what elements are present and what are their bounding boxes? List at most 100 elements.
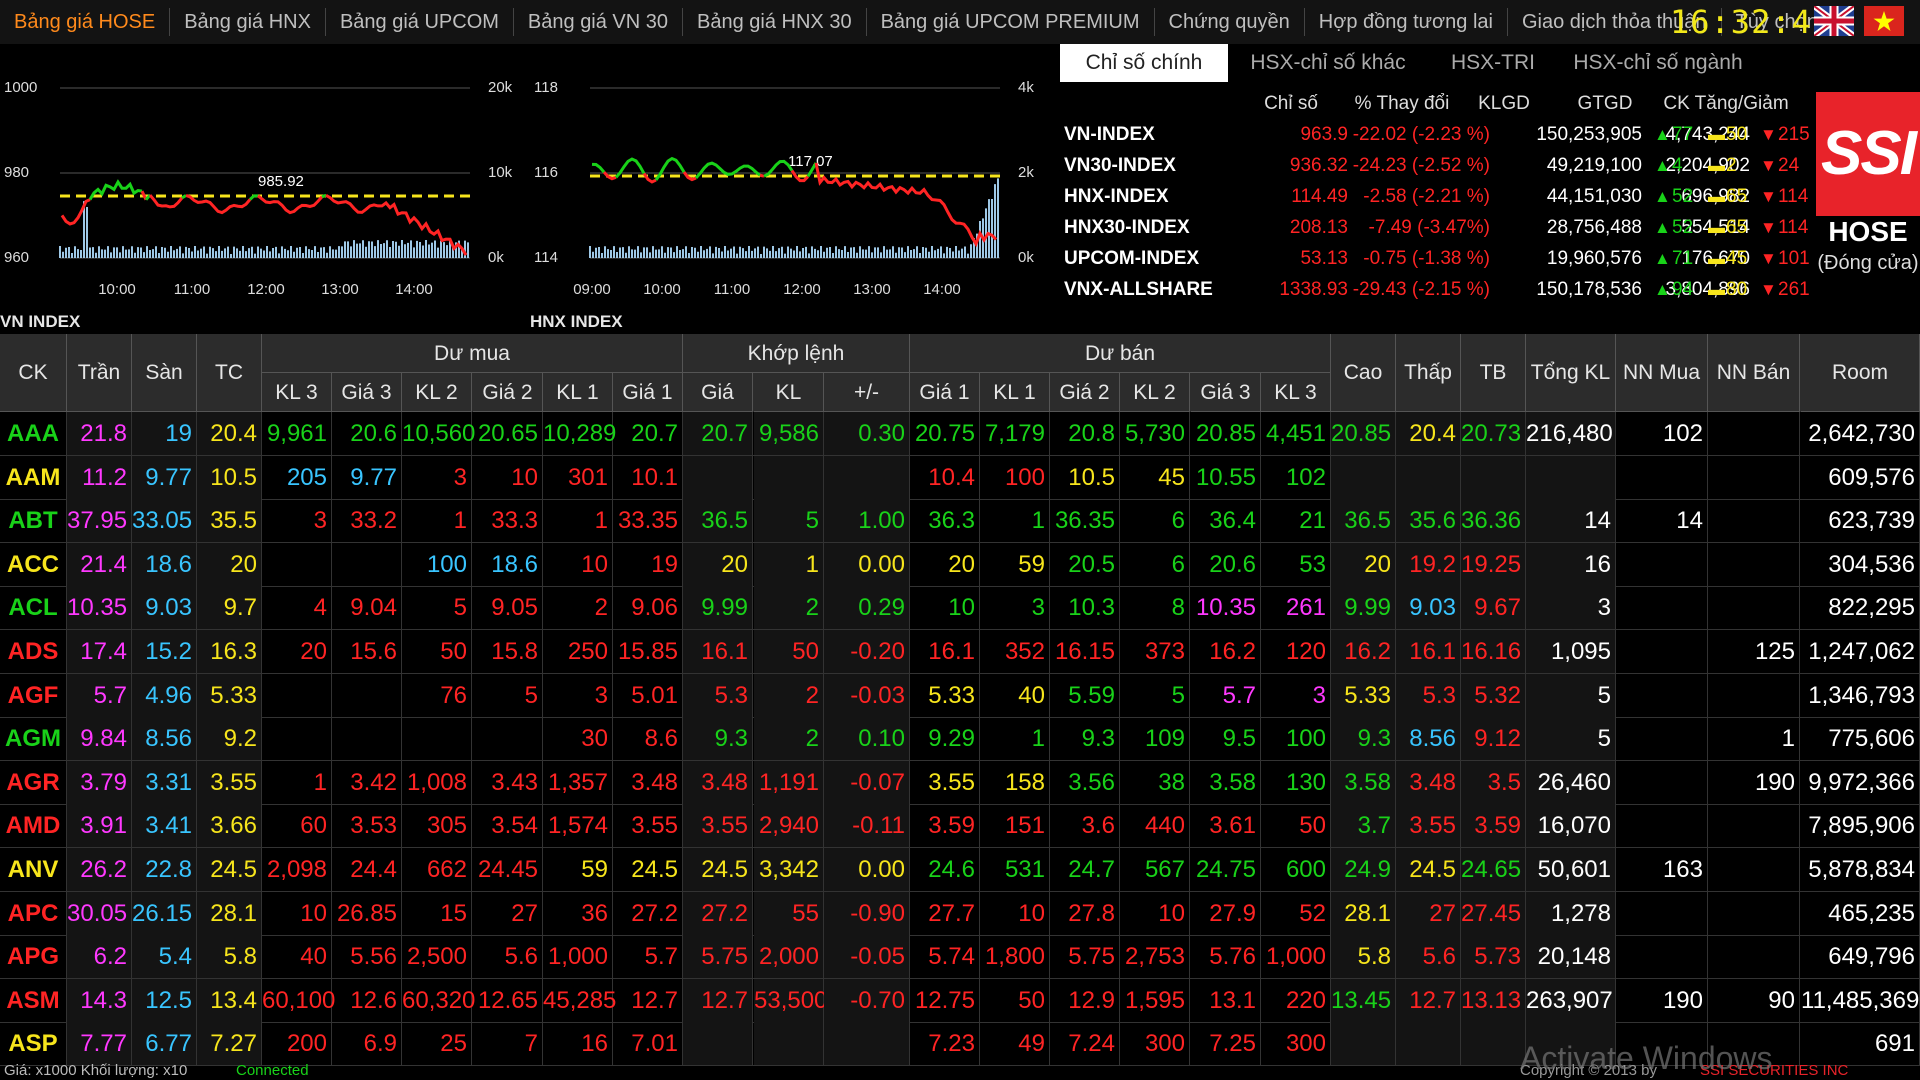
- index-header: CK Tăng/Giảm: [1663, 93, 1789, 114]
- bid-cell: 20: [262, 630, 332, 673]
- stock-row[interactable]: ACC 21.4 18.6 20 100 18.6 10 19 20 1 0.00 20 59 20.5 6…: [0, 542, 1920, 587]
- reference-label: 985.92: [258, 173, 304, 190]
- nav-tab[interactable]: Hợp đồng tương lai: [1305, 8, 1508, 36]
- stock-row[interactable]: AGM 9.84 8.56 9.2 30 8.6 9.3 2 0.10 9.29 1 9.3 109 9.…: [0, 717, 1920, 762]
- ask-cell: 220: [1261, 978, 1331, 1022]
- nav-tab[interactable]: Chứng quyền: [1155, 8, 1305, 36]
- unchanged-bar-icon: ▬: [1708, 187, 1725, 206]
- x-tick-label: 09:00: [573, 281, 611, 298]
- y-tick-label: 1000: [4, 79, 37, 96]
- ask-cell: 120: [1261, 630, 1331, 673]
- ask-cell: 5.76: [1191, 935, 1261, 979]
- index-row[interactable]: VN-INDEX 963.9 -22.02 (-2.23 %) 150,253,905…: [1060, 119, 1810, 150]
- ask-cell: 10: [910, 586, 980, 630]
- foreign-buy: 190: [1616, 978, 1708, 1022]
- ask-cell: 9.5: [1191, 717, 1261, 761]
- x-tick-label: 11:00: [174, 281, 210, 298]
- match-cell: 2: [754, 717, 824, 761]
- index-tab[interactable]: HSX-TRI: [1428, 44, 1558, 82]
- low-price: 9.03: [1396, 586, 1461, 630]
- total-volume: 1,278: [1526, 891, 1616, 935]
- high-price: 13.45: [1331, 978, 1396, 1022]
- stock-row[interactable]: AGR 3.79 3.31 3.55 1 3.42 1,008 3.43 1,357 3.48 3.…: [0, 760, 1920, 805]
- match-cell: -0.70: [824, 978, 910, 1022]
- index-tab[interactable]: HSX-chỉ số khác: [1228, 44, 1428, 82]
- stock-row[interactable]: AAA 21.8 19 20.4 9,961 20.6 10,560 20.65 10,289 2…: [0, 412, 1920, 456]
- nav-tab[interactable]: Bảng giá HNX 30: [683, 8, 867, 36]
- bid-cell: 1: [543, 499, 613, 543]
- bid-cell: 5.6: [473, 935, 543, 979]
- avg-price: 3.59: [1461, 804, 1526, 848]
- stock-symbol: APC: [0, 891, 67, 935]
- nav-tab[interactable]: Bảng giá VN 30: [514, 8, 684, 36]
- index-row[interactable]: HNX-INDEX 114.49 -2.58 (-2.21 %) 44,151,030…: [1060, 181, 1808, 212]
- bid-cell: 25: [402, 1022, 472, 1066]
- ask-cell: 52: [1261, 891, 1331, 935]
- english-flag-icon[interactable]: [1812, 3, 1856, 39]
- ask-cell: 53: [1261, 542, 1331, 586]
- low-price: 27: [1396, 891, 1461, 935]
- match-cell: 27.2: [683, 891, 753, 935]
- total-volume: 1,095: [1526, 630, 1616, 673]
- stock-row[interactable]: ABT 37.95 33.05 35.5 3 33.2 1 33.3 1 33.35 36.5 5 1.…: [0, 499, 1920, 544]
- stock-row[interactable]: AGF 5.7 4.96 5.33 76 5 3 5.01 5.3 2 -0.03 5.33 40 5.5…: [0, 673, 1920, 718]
- index-row[interactable]: VNX-ALLSHARE 1338.93 -29.43 (-2.15 %) 150,1…: [1060, 274, 1810, 305]
- stock-symbol: ANV: [0, 848, 67, 891]
- ask-cell: 100: [980, 455, 1050, 499]
- stock-symbol: AGF: [0, 673, 67, 717]
- floor-price: 15.2: [132, 630, 197, 673]
- match-cell: 16.1: [683, 630, 753, 673]
- breadth-down: 261: [1778, 279, 1810, 300]
- ceiling-price: 21.8: [67, 412, 132, 455]
- stock-symbol: ADS: [0, 630, 67, 673]
- ask-cell: 7.23: [910, 1022, 980, 1066]
- bid-cell: 9,961: [262, 412, 332, 455]
- foreign-room: 5,878,834: [1801, 848, 1920, 891]
- col-header-nnban: NN Bán: [1708, 334, 1800, 412]
- decline-arrow-icon: ▼: [1760, 280, 1777, 299]
- board-header: CK Trần Sàn TC Dư mua Khớp lệnh Dư bán KL 3 Giá …: [0, 334, 1920, 412]
- ask-cell: 12.75: [910, 978, 980, 1022]
- foreign-buy: 102: [1616, 412, 1708, 455]
- y2-tick-label: 10k: [488, 164, 513, 181]
- stock-row[interactable]: APC 30.05 26.15 28.1 10 26.85 15 27 36 27.2 27.2 55…: [0, 891, 1920, 936]
- index-row[interactable]: VN30-INDEX 936.32 -24.23 (-2.52 %) 49,219,1…: [1060, 150, 1800, 181]
- foreign-sell: [1708, 586, 1800, 630]
- foreign-buy: [1616, 630, 1708, 673]
- total-volume: 14: [1526, 499, 1616, 543]
- col-header-reference: TC: [197, 334, 262, 412]
- bid-cell: 10: [543, 542, 613, 586]
- nav-tab[interactable]: Bảng giá HNX: [170, 8, 326, 36]
- stock-row[interactable]: AAM 11.2 9.77 10.5 205 9.77 3 10 301 10.1 10.4 100 1…: [0, 455, 1920, 500]
- stock-row[interactable]: ADS 17.4 15.2 16.3 20 15.6 50 15.8 250 15.85 16.1 5…: [0, 630, 1920, 674]
- foreign-buy: [1616, 455, 1708, 499]
- stock-row[interactable]: ACL 10.35 9.03 9.7 4 9.04 5 9.05 2 9.06 9.99 2 0.29 1…: [0, 586, 1920, 631]
- index-tab[interactable]: HSX-chỉ số ngành: [1558, 44, 1758, 82]
- ask-cell: 8: [1120, 586, 1190, 630]
- market-nav: Bảng giá HOSE Bảng giá HNX Bảng giá UPCOM B…: [0, 0, 1833, 44]
- stock-row[interactable]: AMD 3.91 3.41 3.66 60 3.53 305 3.54 1,574 3.55 3.5…: [0, 804, 1920, 849]
- nav-tab[interactable]: Bảng giá HOSE: [0, 8, 171, 36]
- index-tab[interactable]: Chỉ số chính: [1060, 44, 1228, 82]
- bid-cell: 2: [543, 586, 613, 630]
- bid-cell: [402, 717, 472, 761]
- bid-cell: 26.85: [332, 891, 402, 935]
- ask-cell: 20.85: [1191, 412, 1261, 455]
- breadth-same: 80: [1726, 279, 1748, 300]
- stock-symbol: ACL: [0, 586, 67, 630]
- ask-cell: 36.4: [1191, 499, 1261, 543]
- index-vol: 150,178,536: [1536, 279, 1642, 300]
- index-row[interactable]: UPCOM-INDEX 53.13 -0.75 (-1.38 %) 19,960,57…: [1060, 243, 1810, 274]
- vietnam-flag-icon[interactable]: [1864, 6, 1904, 36]
- nav-tab[interactable]: Bảng giá UPCOM PREMIUM: [867, 8, 1155, 36]
- index-value: 208.13: [1289, 217, 1348, 238]
- match-cell: 2: [754, 673, 824, 717]
- x-tick-label: 12:00: [247, 281, 285, 298]
- nav-tab[interactable]: Bảng giá UPCOM: [326, 8, 514, 36]
- stock-row[interactable]: APG 6.2 5.4 5.8 40 5.56 2,500 5.6 1,000 5.7 5.75 2,…: [0, 935, 1920, 980]
- stock-row[interactable]: ASM 14.3 12.5 13.4 60,100 12.6 60,320 12.65 45,2…: [0, 978, 1920, 1023]
- stock-row[interactable]: ANV 26.2 22.8 24.5 2,098 24.4 662 24.45 59 24.5 24…: [0, 848, 1920, 892]
- bid-cell: 1: [402, 499, 472, 543]
- stock-symbol: AAM: [0, 455, 67, 499]
- index-row[interactable]: HNX30-INDEX 208.13 -7.49 (-3.47%) 28,756,48…: [1060, 212, 1808, 243]
